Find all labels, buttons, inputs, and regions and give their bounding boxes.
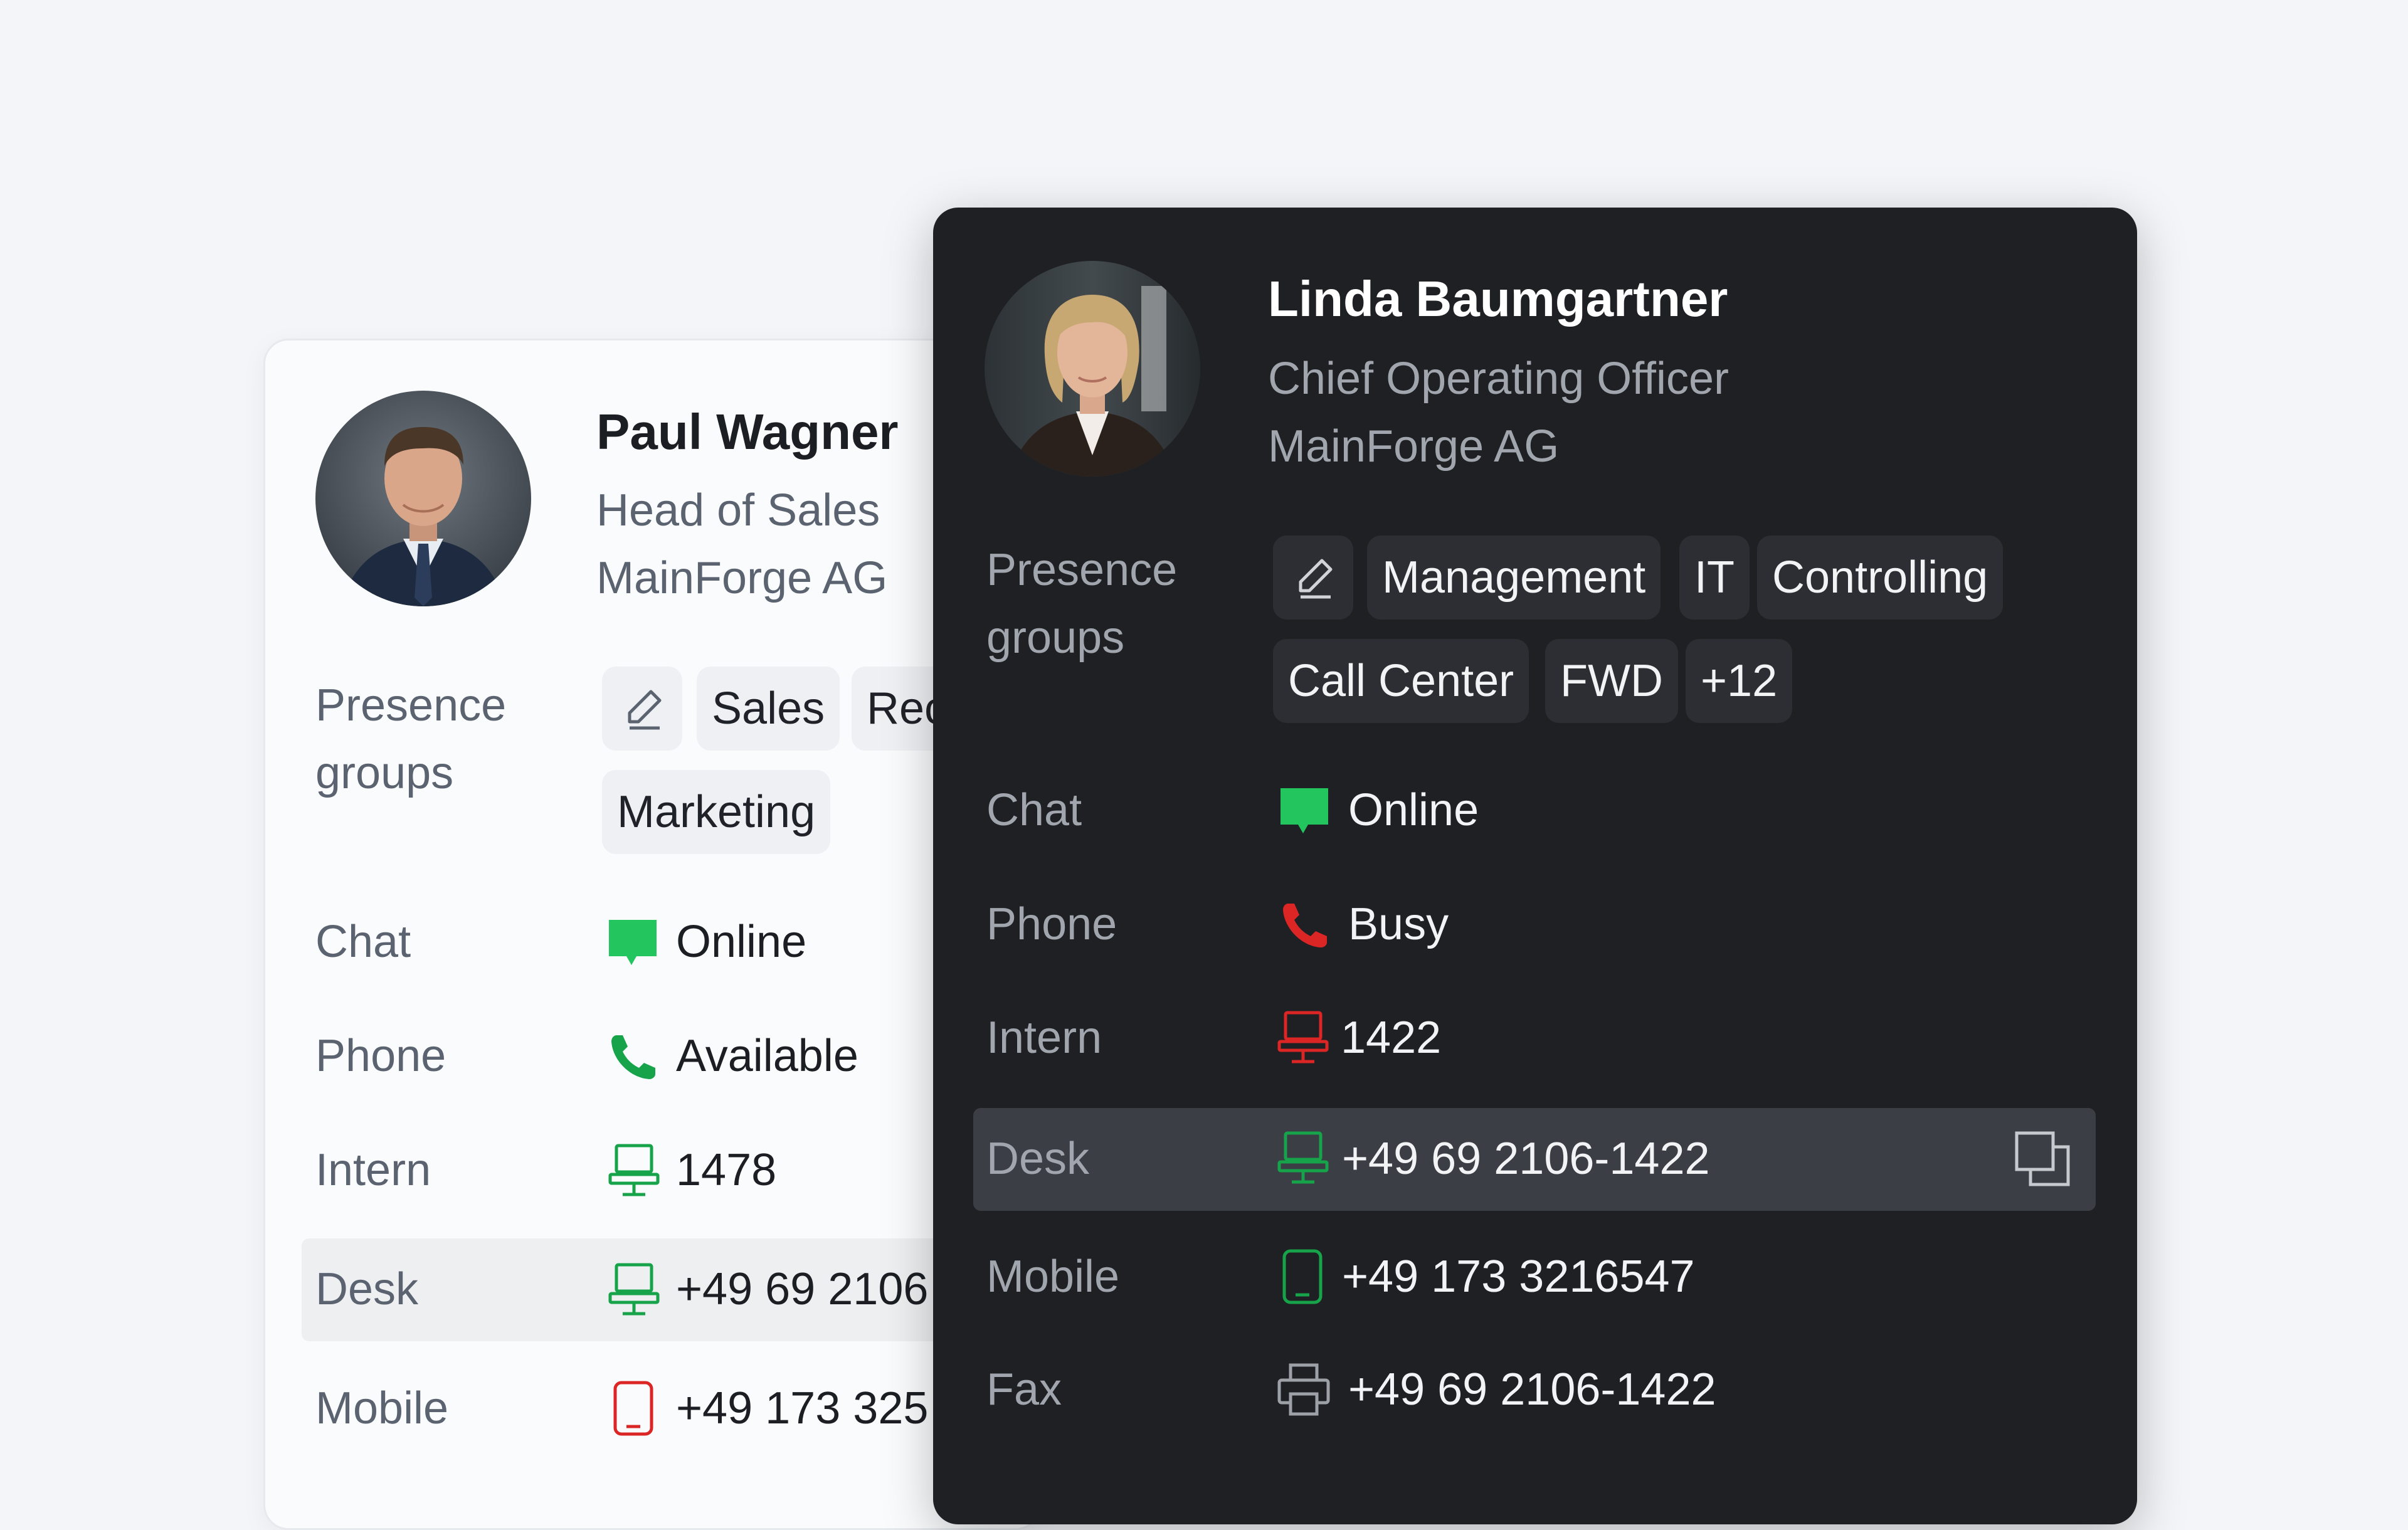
group-tag[interactable]: FWD bbox=[1545, 639, 1678, 723]
contact-card-paul-wagner: Paul Wagner Head of Sales MainForge AG P… bbox=[263, 339, 1041, 1530]
desk-number[interactable]: +49 69 2106 bbox=[676, 1264, 928, 1315]
avatar bbox=[315, 391, 531, 606]
group-tag[interactable]: Controlling bbox=[1757, 536, 2004, 620]
intern-label: Intern bbox=[986, 1013, 1102, 1063]
chat-label: Chat bbox=[315, 917, 411, 967]
printer-icon bbox=[1277, 1363, 1330, 1416]
chat-label: Chat bbox=[986, 785, 1082, 835]
pencil-icon bbox=[1299, 559, 1333, 599]
group-tag[interactable]: Sales bbox=[697, 667, 840, 751]
more-groups-badge[interactable]: +12 bbox=[1686, 639, 1793, 723]
presence-groups-label: Presence groups bbox=[315, 680, 507, 798]
avatar bbox=[985, 261, 1200, 477]
edit-groups-button[interactable] bbox=[1273, 536, 1353, 620]
desk-phone-icon bbox=[608, 1263, 660, 1316]
company-name: MainForge AG bbox=[596, 553, 888, 603]
fax-number[interactable]: +49 69 2106-1422 bbox=[1348, 1364, 1716, 1415]
desk-number[interactable]: +49 69 2106-1422 bbox=[1342, 1133, 1710, 1184]
mobile-label: Mobile bbox=[315, 1383, 449, 1433]
phone-label: Phone bbox=[986, 899, 1117, 949]
company-name: MainForge AG bbox=[1268, 421, 1560, 472]
job-title: Chief Operating Officer bbox=[1268, 354, 1729, 404]
mobile-icon bbox=[613, 1381, 653, 1436]
phone-icon bbox=[1283, 904, 1327, 947]
contact-name: Linda Baumgartner bbox=[1268, 271, 1728, 327]
mobile-number[interactable]: +49 173 3216547 bbox=[1342, 1251, 1695, 1302]
edit-groups-button[interactable] bbox=[602, 667, 682, 751]
intern-label: Intern bbox=[315, 1145, 431, 1195]
mobile-label: Mobile bbox=[986, 1252, 1120, 1302]
group-tag[interactable]: IT bbox=[1679, 536, 1750, 620]
job-title: Head of Sales bbox=[596, 485, 880, 536]
intern-number: 1422 bbox=[1341, 1013, 1442, 1063]
contact-card-linda-baumgartner: Linda Baumgartner Chief Operating Office… bbox=[933, 208, 2137, 1524]
contact-name: Paul Wagner bbox=[596, 404, 899, 460]
group-tag[interactable]: Call Center bbox=[1273, 639, 1529, 723]
pencil-icon bbox=[628, 690, 662, 730]
group-tag[interactable]: Marketing bbox=[602, 770, 831, 854]
intern-number: 1478 bbox=[676, 1145, 777, 1195]
desk-phone-icon bbox=[608, 1144, 660, 1196]
mobile-icon bbox=[1282, 1249, 1323, 1304]
chat-bubble-icon bbox=[609, 920, 657, 965]
phone-status: Busy bbox=[1348, 899, 1449, 949]
chat-status: Online bbox=[676, 917, 807, 967]
desk-phone-icon bbox=[1277, 1011, 1329, 1063]
desk-label: Desk bbox=[315, 1264, 419, 1314]
fax-label: Fax bbox=[986, 1364, 1062, 1415]
presence-groups-label: Presence groups bbox=[986, 545, 1178, 663]
chat-status: Online bbox=[1348, 785, 1479, 835]
desk-phone-icon bbox=[1277, 1131, 1329, 1184]
desk-label: Desk bbox=[986, 1134, 1090, 1184]
phone-icon bbox=[611, 1035, 655, 1079]
chat-bubble-icon bbox=[1281, 788, 1328, 833]
copy-icon[interactable] bbox=[2014, 1131, 2071, 1187]
phone-status: Available bbox=[676, 1031, 858, 1081]
mobile-number[interactable]: +49 173 325 bbox=[676, 1383, 928, 1434]
phone-label: Phone bbox=[315, 1031, 446, 1081]
group-tag[interactable]: Management bbox=[1367, 536, 1661, 620]
